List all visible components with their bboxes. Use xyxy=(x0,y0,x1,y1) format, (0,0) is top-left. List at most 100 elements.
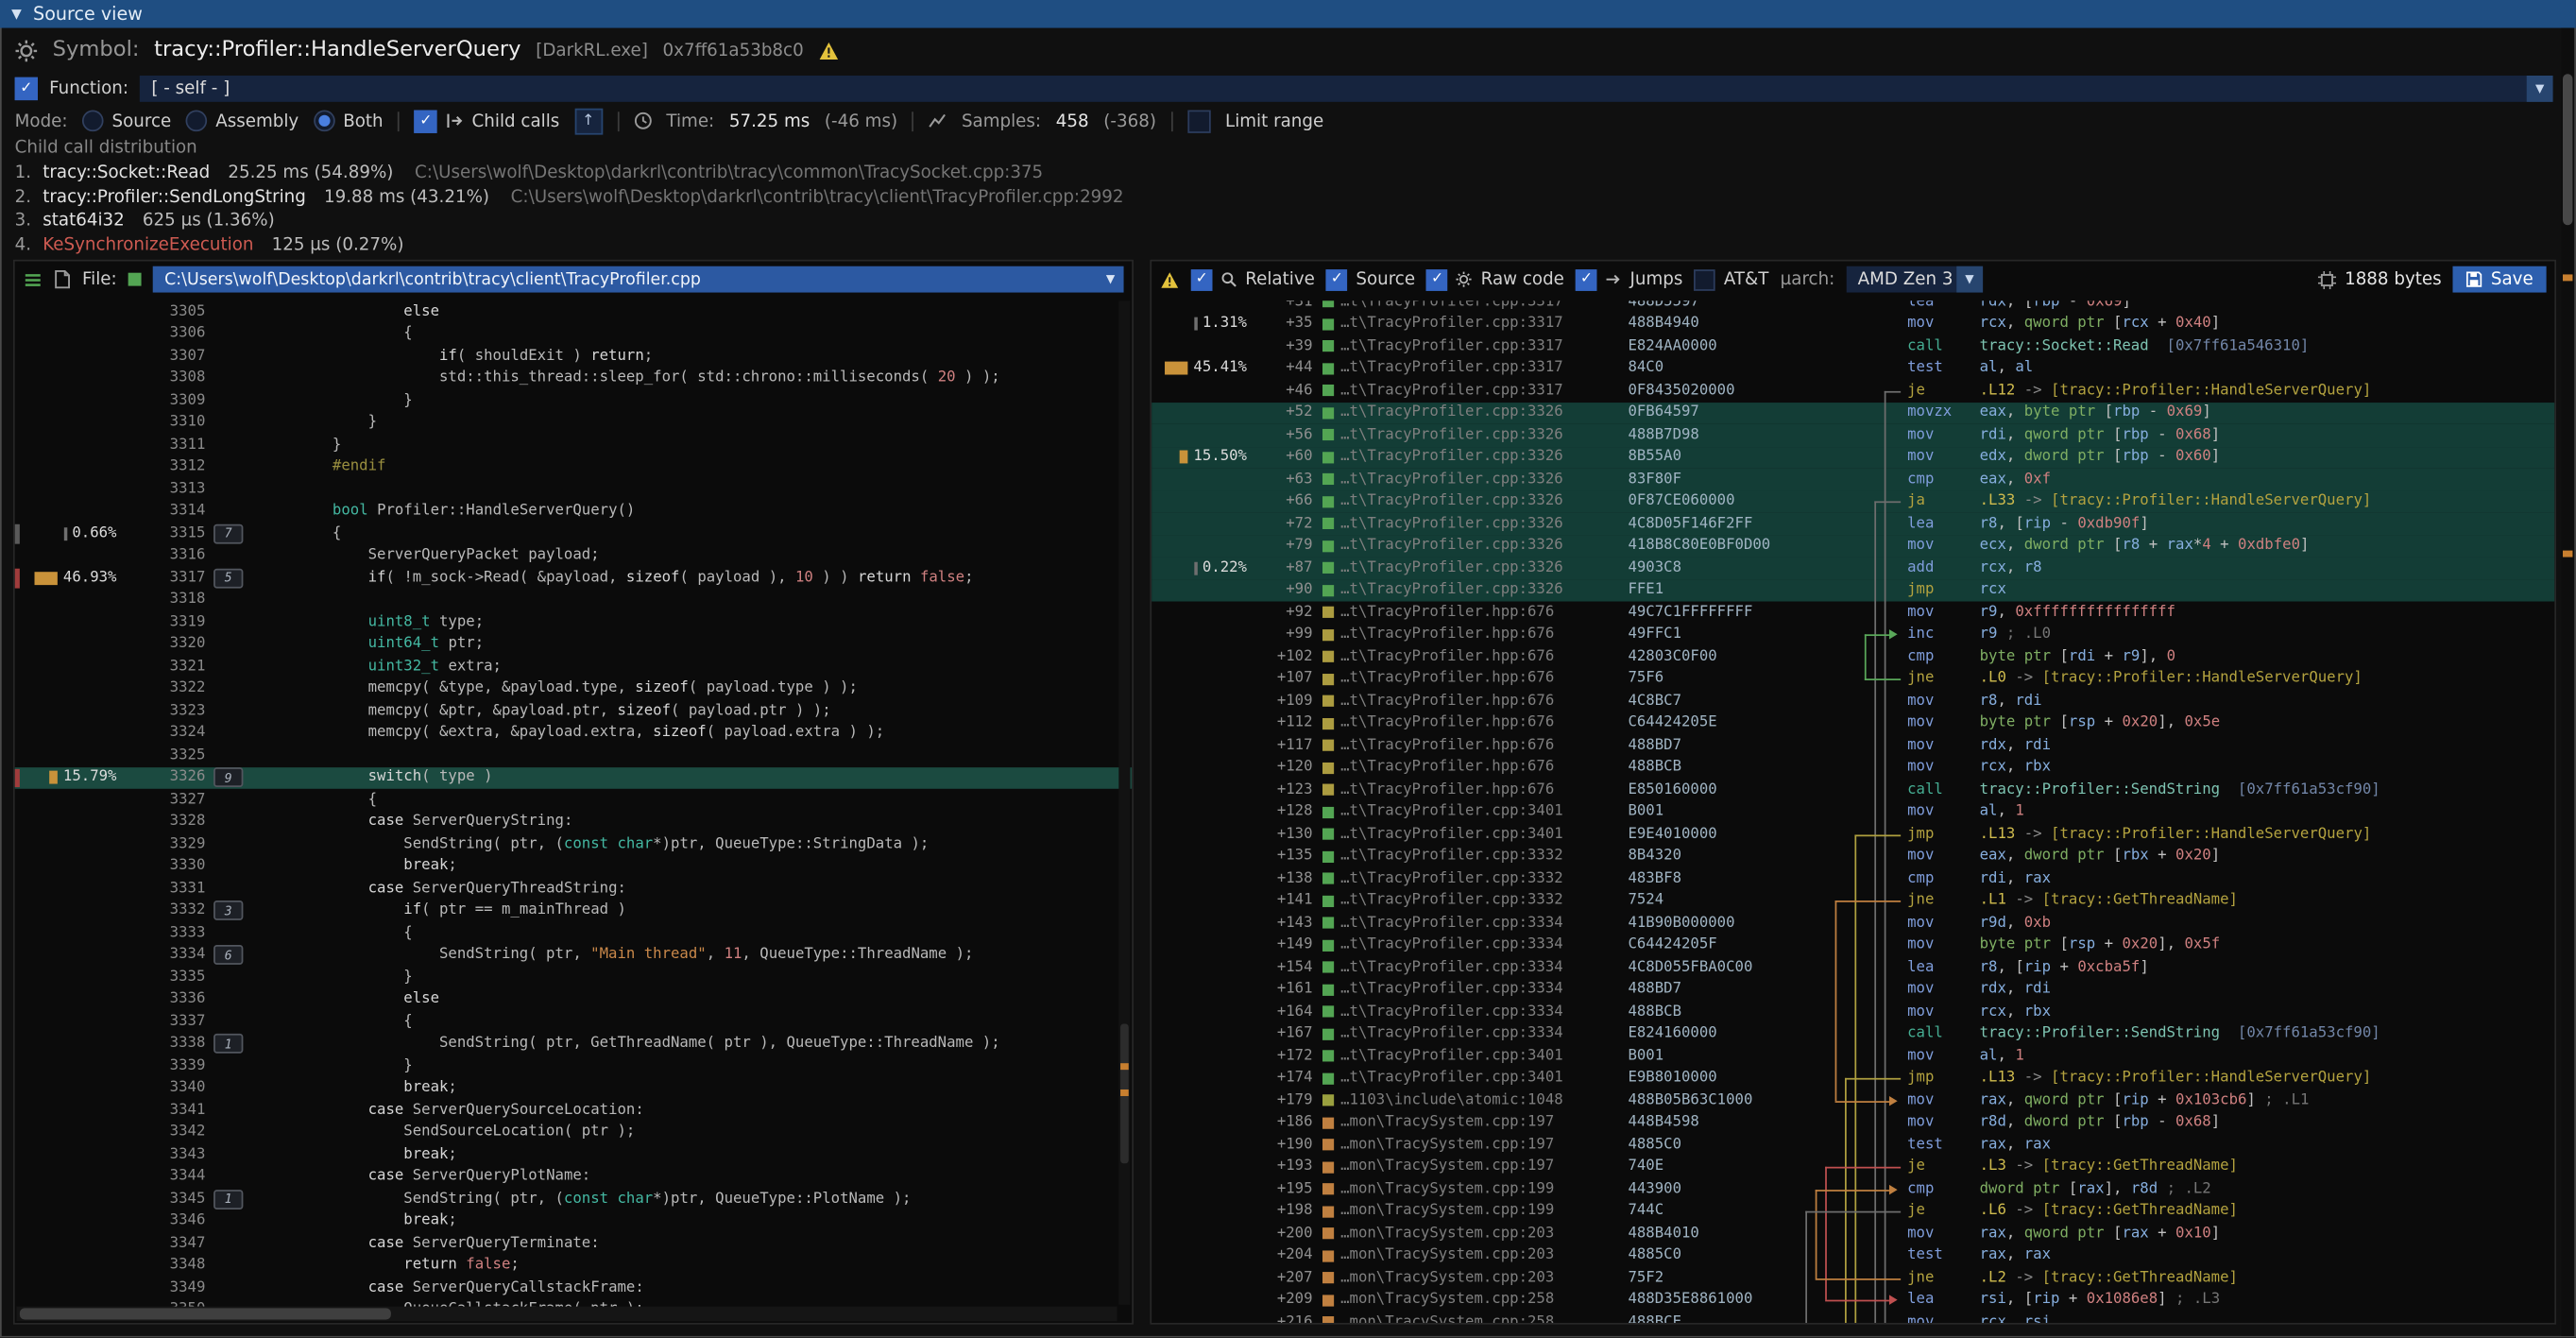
asm-row[interactable]: 0.22%+87…t\TracyProfiler.cpp:33264903C8a… xyxy=(1152,558,2554,579)
source-line[interactable]: 15.79%33269 switch( type ) xyxy=(15,766,1133,788)
asm-row[interactable]: +66…t\TracyProfiler.cpp:33260F87CE060000… xyxy=(1152,490,2554,512)
asm-row[interactable]: +135…t\TracyProfiler.cpp:33328B4320movea… xyxy=(1152,846,2554,867)
source-line[interactable]: 3335 } xyxy=(15,967,1133,988)
mode-source-radio[interactable]: Source xyxy=(82,111,171,132)
asm-row[interactable]: +143…t\TracyProfiler.cpp:333441B90B00000… xyxy=(1152,912,2554,934)
asm-row[interactable]: +90…t\TracyProfiler.cpp:3326FFE1jmprcx xyxy=(1152,579,2554,601)
asm-row[interactable]: +154…t\TracyProfiler.cpp:33344C8D055FBA0… xyxy=(1152,956,2554,978)
asm-source-location[interactable]: …t\TracyProfiler.hpp:676 xyxy=(1322,715,1618,731)
asm-source-location[interactable]: …mon\TracySystem.cpp:199 xyxy=(1322,1203,1618,1219)
source-line[interactable]: 3321 uint32_t extra; xyxy=(15,656,1133,678)
relative-checkbox[interactable] xyxy=(1191,268,1213,290)
asm-source-location[interactable]: …t\TracyProfiler.cpp:3317 xyxy=(1322,338,1618,354)
source-line[interactable]: 3322 memcpy( &type, &payload.type, sizeo… xyxy=(15,678,1133,699)
source-line[interactable]: 3349 case ServerQueryCallstackFrame: xyxy=(15,1277,1133,1298)
asm-source-location[interactable]: …t\TracyProfiler.cpp:3334 xyxy=(1322,937,1618,953)
asm-row[interactable]: +200…mon\TracySystem.cpp:203488B4010movr… xyxy=(1152,1223,2554,1244)
source-line[interactable]: 3309 } xyxy=(15,389,1133,411)
asm-source-location[interactable]: …t\TracyProfiler.cpp:3334 xyxy=(1322,982,1618,998)
source-horizontal-scrollbar[interactable] xyxy=(16,1307,1117,1322)
asm-source-location[interactable]: …t\TracyProfiler.cpp:3334 xyxy=(1322,959,1618,975)
asm-source-location[interactable]: …t\TracyProfiler.cpp:3326 xyxy=(1322,427,1618,443)
asm-source-location[interactable]: …t\TracyProfiler.hpp:676 xyxy=(1322,781,1618,798)
source-line[interactable]: 46.93%33175 if( !m_sock->Read( &payload,… xyxy=(15,567,1133,589)
asm-source-location[interactable]: …t\TracyProfiler.hpp:676 xyxy=(1322,626,1618,643)
propagate-up-button[interactable]: ↑ xyxy=(574,108,603,134)
source-toggle[interactable]: Source xyxy=(1326,268,1415,290)
asm-source-location[interactable]: …t\TracyProfiler.cpp:3332 xyxy=(1322,893,1618,909)
function-checkbox[interactable] xyxy=(15,77,38,99)
radio-icon[interactable] xyxy=(186,111,208,132)
source-line[interactable]: 3336 else xyxy=(15,988,1133,1010)
asm-row[interactable]: +167…t\TracyProfiler.cpp:3334E824160000c… xyxy=(1152,1023,2554,1045)
asm-row[interactable]: +107…t\TracyProfiler.hpp:67675F6jne.L0 -… xyxy=(1152,668,2554,690)
asm-row[interactable]: +164…t\TracyProfiler.cpp:3334488BCBmovrc… xyxy=(1152,1001,2554,1022)
source-line[interactable]: 3337 { xyxy=(15,1011,1133,1033)
asm-row[interactable]: +204…mon\TracySystem.cpp:2034885C0testra… xyxy=(1152,1244,2554,1266)
asm-row[interactable]: +138…t\TracyProfiler.cpp:3332483BF8cmprd… xyxy=(1152,867,2554,889)
source-vertical-scrollbar[interactable] xyxy=(1118,300,1130,1305)
source-line[interactable]: 3343 break; xyxy=(15,1143,1133,1165)
jumps-toggle[interactable]: Jumps xyxy=(1576,268,1682,290)
scrollbar-handle[interactable] xyxy=(20,1308,391,1319)
asm-row[interactable]: +190…mon\TracySystem.cpp:1974885C0testra… xyxy=(1152,1134,2554,1156)
source-line[interactable]: 3339 } xyxy=(15,1055,1133,1077)
asm-source-location[interactable]: …t\TracyProfiler.cpp:3401 xyxy=(1322,1048,1618,1064)
asm-source-location[interactable]: …1103\include\atomic:1048 xyxy=(1322,1092,1618,1108)
limit-range-checkbox[interactable] xyxy=(1187,110,1210,132)
asm-row[interactable]: +216…mon\TracySystem.cpp:258488BCEmovrcx… xyxy=(1152,1312,2554,1323)
asm-row[interactable]: +102…t\TracyProfiler.hpp:67642803C0F00cm… xyxy=(1152,645,2554,667)
source-line[interactable]: 3340 break; xyxy=(15,1077,1133,1099)
source-line[interactable]: 3347 case ServerQueryTerminate: xyxy=(15,1232,1133,1254)
uarch-select[interactable]: AMD Zen 3 ▼ xyxy=(1847,266,1983,293)
asm-row[interactable]: +52…t\TracyProfiler.cpp:33260FB64597movz… xyxy=(1152,402,2554,423)
asm-source-location[interactable]: …t\TracyProfiler.cpp:3326 xyxy=(1322,560,1618,576)
asm-row[interactable]: +128…t\TracyProfiler.cpp:3401B001moval, … xyxy=(1152,801,2554,823)
asm-row[interactable]: +31…t\TracyProfiler.cpp:3317488D5597lear… xyxy=(1152,300,2554,313)
child-calls-checkbox[interactable] xyxy=(415,110,437,132)
source-line[interactable]: 3331 case ServerQueryThreadString: xyxy=(15,878,1133,900)
asm-source-location[interactable]: …mon\TracySystem.cpp:203 xyxy=(1322,1226,1618,1242)
source-line[interactable]: 0.66%33157 { xyxy=(15,523,1133,544)
asm-source-location[interactable]: …t\TracyProfiler.hpp:676 xyxy=(1322,649,1618,665)
asm-row[interactable]: +186…mon\TracySystem.cpp:197448B4598movr… xyxy=(1152,1112,2554,1134)
source-line[interactable]: 3344 case ServerQueryPlotName: xyxy=(15,1166,1133,1188)
raw-code-toggle[interactable]: Raw code xyxy=(1426,268,1564,290)
source-line[interactable]: 3320 uint64_t ptr; xyxy=(15,633,1133,655)
source-line[interactable]: 3306 { xyxy=(15,323,1133,345)
source-line[interactable]: 3312 #endif xyxy=(15,456,1133,478)
source-line[interactable]: 3323 memcpy( &ptr, &payload.ptr, sizeof(… xyxy=(15,700,1133,722)
asm-row[interactable]: +56…t\TracyProfiler.cpp:3326488B7D98movr… xyxy=(1152,424,2554,446)
asm-row[interactable]: +99…t\TracyProfiler.hpp:67649FFC1incr9 ;… xyxy=(1152,624,2554,645)
source-line[interactable]: 3333 { xyxy=(15,922,1133,944)
asm-source-location[interactable]: …t\TracyProfiler.cpp:3326 xyxy=(1322,493,1618,509)
source-line[interactable]: 3341 case ServerQuerySourceLocation: xyxy=(15,1099,1133,1121)
asm-source-location[interactable]: …mon\TracySystem.cpp:203 xyxy=(1322,1247,1618,1263)
source-line[interactable]: 3330 break; xyxy=(15,855,1133,877)
radio-icon[interactable] xyxy=(314,111,335,132)
asm-source-location[interactable]: …t\TracyProfiler.cpp:3326 xyxy=(1322,449,1618,465)
asm-row[interactable]: +193…mon\TracySystem.cpp:197740Eje.L3 ->… xyxy=(1152,1156,2554,1177)
asm-row[interactable]: 1.31%+35…t\TracyProfiler.cpp:3317488B494… xyxy=(1152,313,2554,334)
asm-row[interactable]: +198…mon\TracySystem.cpp:199744Cje.L6 ->… xyxy=(1152,1200,2554,1222)
asm-row[interactable]: +172…t\TracyProfiler.cpp:3401B001moval, … xyxy=(1152,1045,2554,1067)
child-call-item[interactable]: 4.KeSynchronizeExecution125 µs (0.27%) xyxy=(15,232,2560,256)
att-toggle[interactable]: AT&T xyxy=(1695,268,1769,290)
asm-row[interactable]: +109…t\TracyProfiler.hpp:6764C8BC7movr8,… xyxy=(1152,690,2554,712)
radio-icon[interactable] xyxy=(82,111,104,132)
asm-source-location[interactable]: …t\TracyProfiler.cpp:3317 xyxy=(1322,316,1618,332)
asm-source-location[interactable]: …mon\TracySystem.cpp:197 xyxy=(1322,1137,1618,1153)
asm-row[interactable]: 45.41%+44…t\TracyProfiler.cpp:331784C0te… xyxy=(1152,357,2554,379)
asm-row[interactable]: +112…t\TracyProfiler.hpp:676C64424205Emo… xyxy=(1152,712,2554,734)
asm-row[interactable]: +195…mon\TracySystem.cpp:199443900cmpdwo… xyxy=(1152,1178,2554,1200)
jumps-checkbox[interactable] xyxy=(1576,268,1597,290)
source-line[interactable]: 3311 } xyxy=(15,434,1133,455)
asm-row[interactable]: +46…t\TracyProfiler.cpp:33170F8435020000… xyxy=(1152,380,2554,402)
source-line[interactable]: 3310 } xyxy=(15,412,1133,434)
asm-source-location[interactable]: …t\TracyProfiler.cpp:3317 xyxy=(1322,383,1618,399)
asm-source-location[interactable]: …t\TracyProfiler.hpp:676 xyxy=(1322,737,1618,753)
asm-source-location[interactable]: …t\TracyProfiler.hpp:676 xyxy=(1322,693,1618,709)
source-line[interactable]: 3313 xyxy=(15,478,1133,500)
function-select[interactable]: [ - self - ] ▼ xyxy=(140,75,2552,101)
asm-source-location[interactable]: …t\TracyProfiler.cpp:3401 xyxy=(1322,826,1618,842)
